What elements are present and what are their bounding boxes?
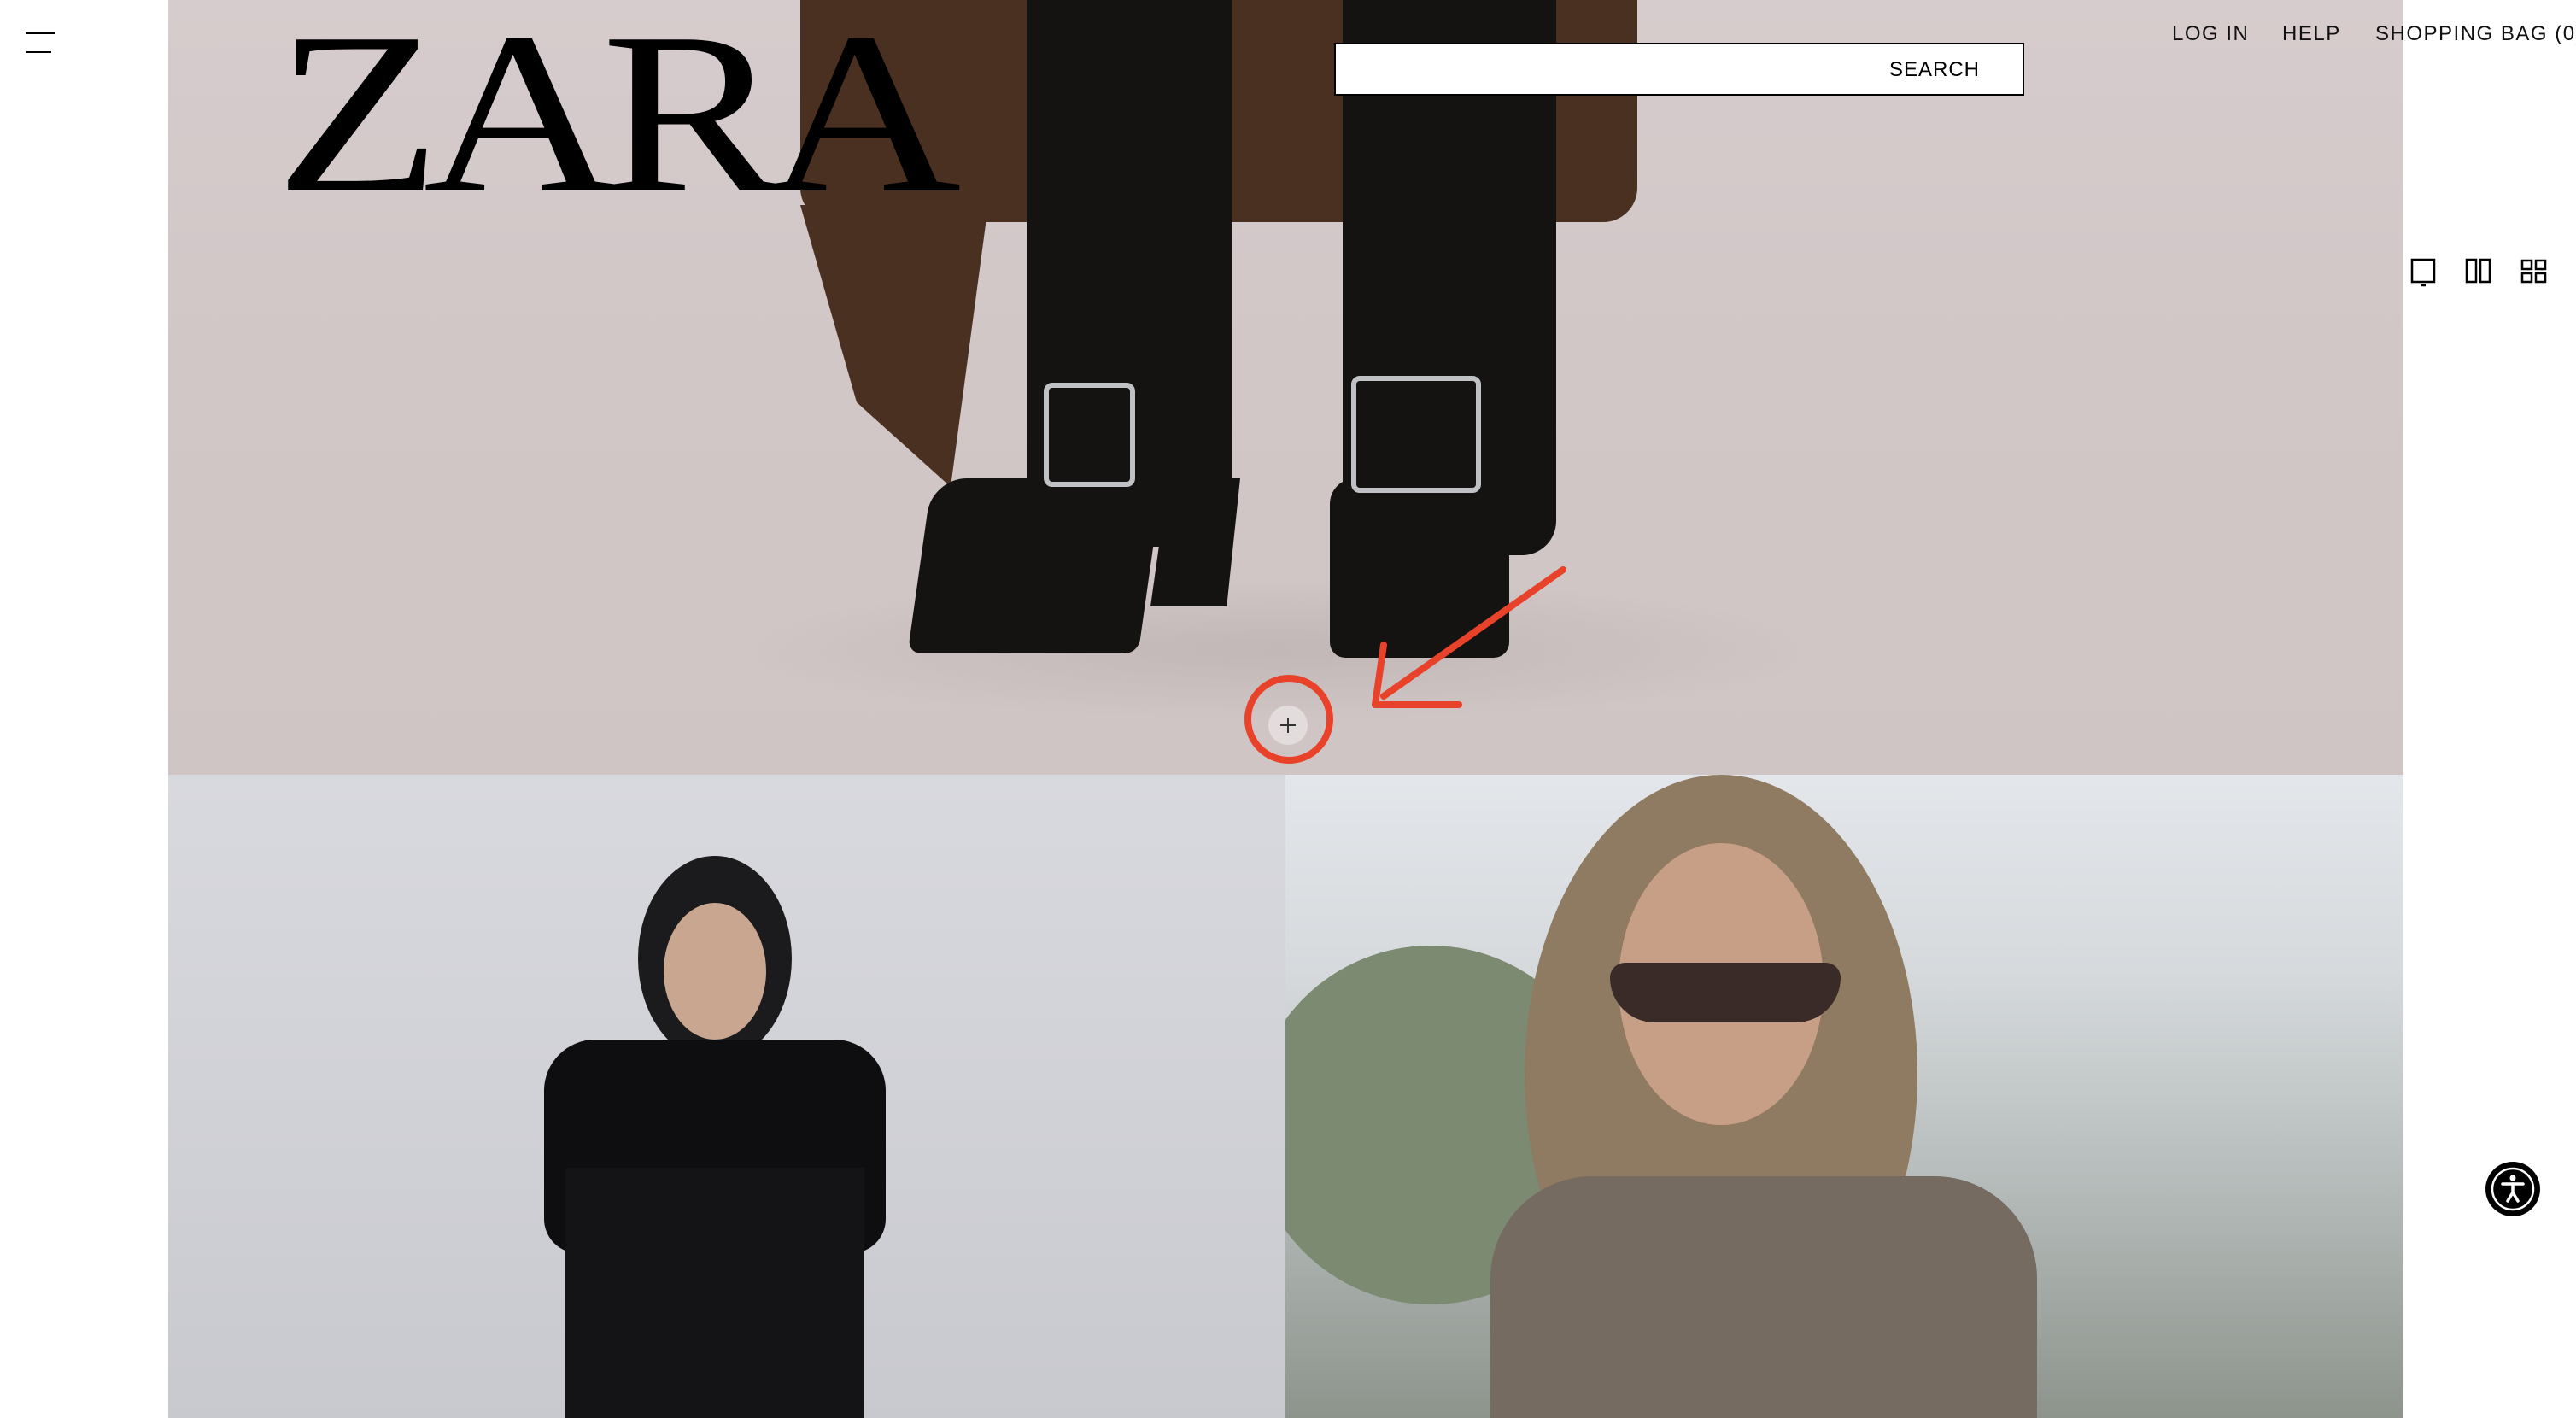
menu-line-bottom bbox=[26, 51, 51, 53]
coat-flap bbox=[800, 205, 988, 487]
black-coat-body bbox=[565, 1168, 864, 1418]
single-column-view-icon[interactable] bbox=[2410, 258, 2438, 287]
left-boot-buckle bbox=[1044, 383, 1135, 487]
two-column-view-icon[interactable] bbox=[2465, 258, 2492, 287]
zara-logo[interactable]: ZARA bbox=[275, 0, 962, 229]
annotation-circle bbox=[1244, 675, 1333, 764]
sunglasses bbox=[1610, 963, 1841, 1022]
menu-line-top bbox=[26, 32, 55, 34]
left-boot-toe bbox=[907, 478, 1163, 653]
login-link[interactable]: LOG IN bbox=[2172, 22, 2249, 46]
model-face bbox=[664, 903, 766, 1040]
product-image-black-coat[interactable] bbox=[168, 775, 1285, 1418]
search-box[interactable]: SEARCH bbox=[1334, 43, 2024, 96]
annotation-arrow-icon bbox=[1372, 566, 1566, 708]
search-label[interactable]: SEARCH bbox=[1889, 58, 1980, 82]
grid-view-icon[interactable] bbox=[2520, 258, 2548, 287]
hamburger-menu-icon[interactable] bbox=[26, 29, 56, 55]
help-link[interactable]: HELP bbox=[2282, 22, 2341, 46]
knit-cardigan bbox=[1490, 1176, 2037, 1418]
search-input[interactable] bbox=[1348, 53, 1898, 87]
product-image-knit-cardigan[interactable] bbox=[1285, 775, 2403, 1418]
accessibility-icon[interactable] bbox=[2485, 1162, 2540, 1216]
shopping-bag-link[interactable]: SHOPPING BAG (0) bbox=[2375, 22, 2576, 46]
right-boot-buckle bbox=[1351, 376, 1481, 493]
